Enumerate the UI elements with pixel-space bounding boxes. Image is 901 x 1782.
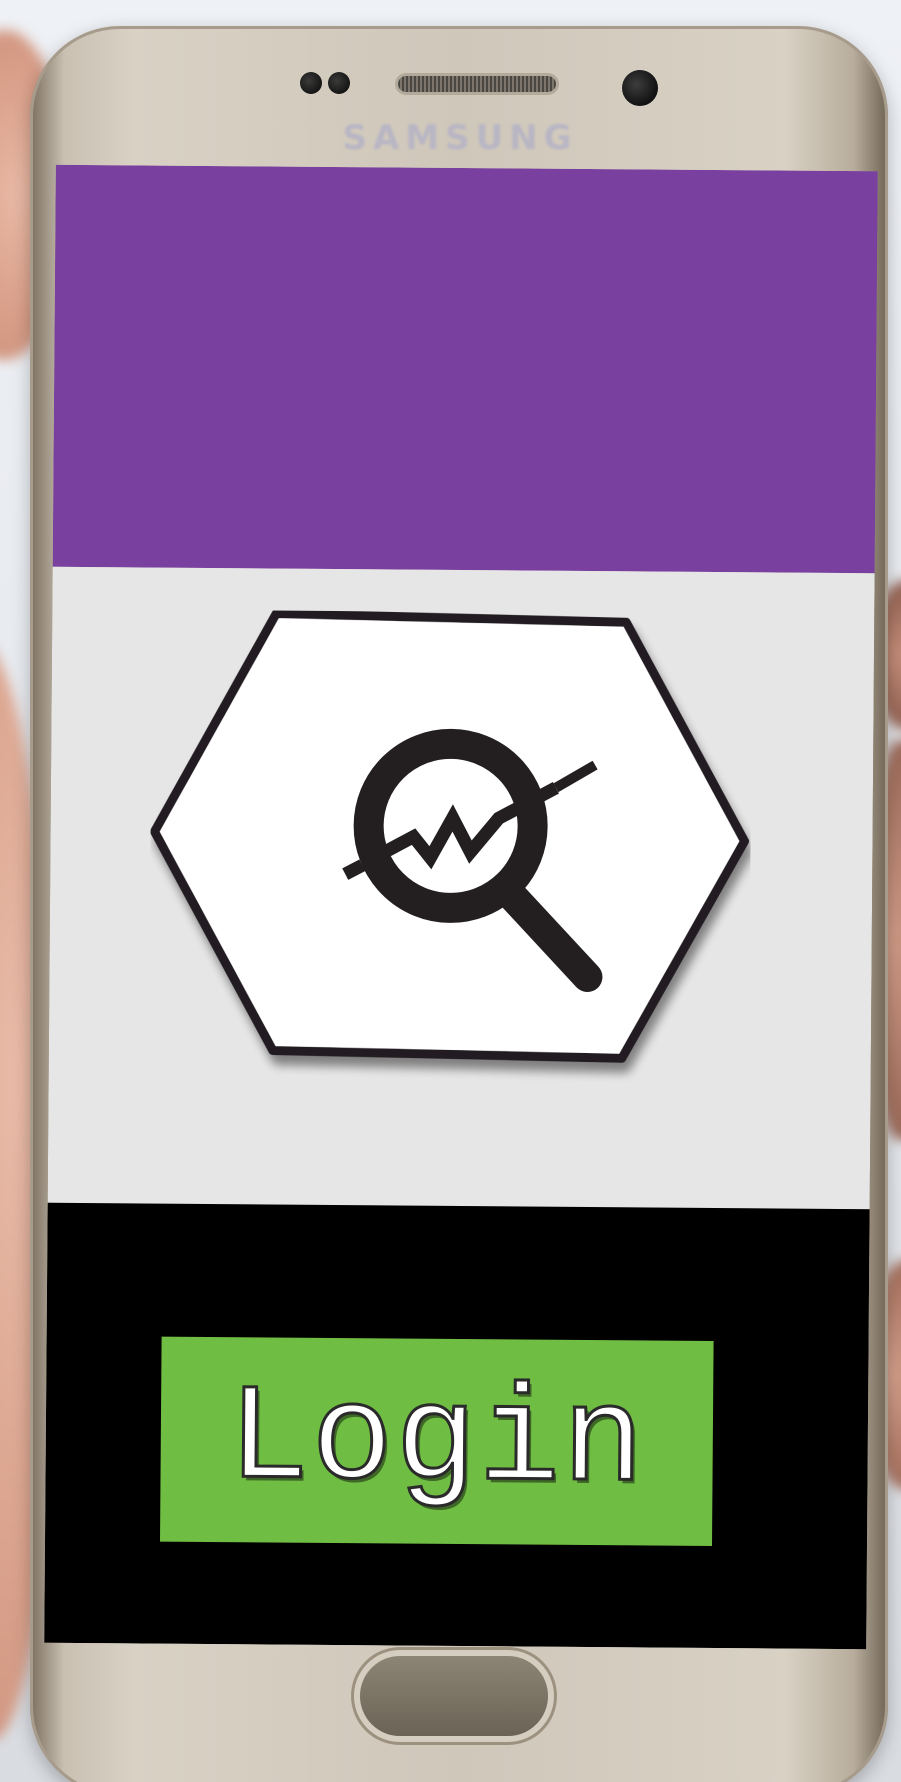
login-button-label: Login: [226, 1361, 648, 1521]
home-button[interactable]: [360, 1656, 548, 1736]
sensor-dot: [328, 72, 350, 94]
front-camera: [622, 70, 658, 106]
sensor-dot: [300, 72, 322, 94]
login-button[interactable]: Login: [160, 1336, 714, 1546]
proximity-sensors: [300, 72, 356, 94]
brand-logo-text: SAMSUNG: [342, 118, 578, 158]
app-screen: Login: [44, 164, 878, 1650]
app-footer-band: Login: [44, 1202, 870, 1650]
app-logo: [148, 609, 752, 1135]
app-content-band: [47, 566, 875, 1210]
earpiece-speaker: [398, 76, 556, 92]
photo-scene: SAMSUNG Login: [0, 0, 901, 1782]
analytics-magnifier-icon: [150, 609, 750, 1063]
app-header-band: [52, 164, 878, 574]
trend-line-start: [342, 859, 366, 880]
